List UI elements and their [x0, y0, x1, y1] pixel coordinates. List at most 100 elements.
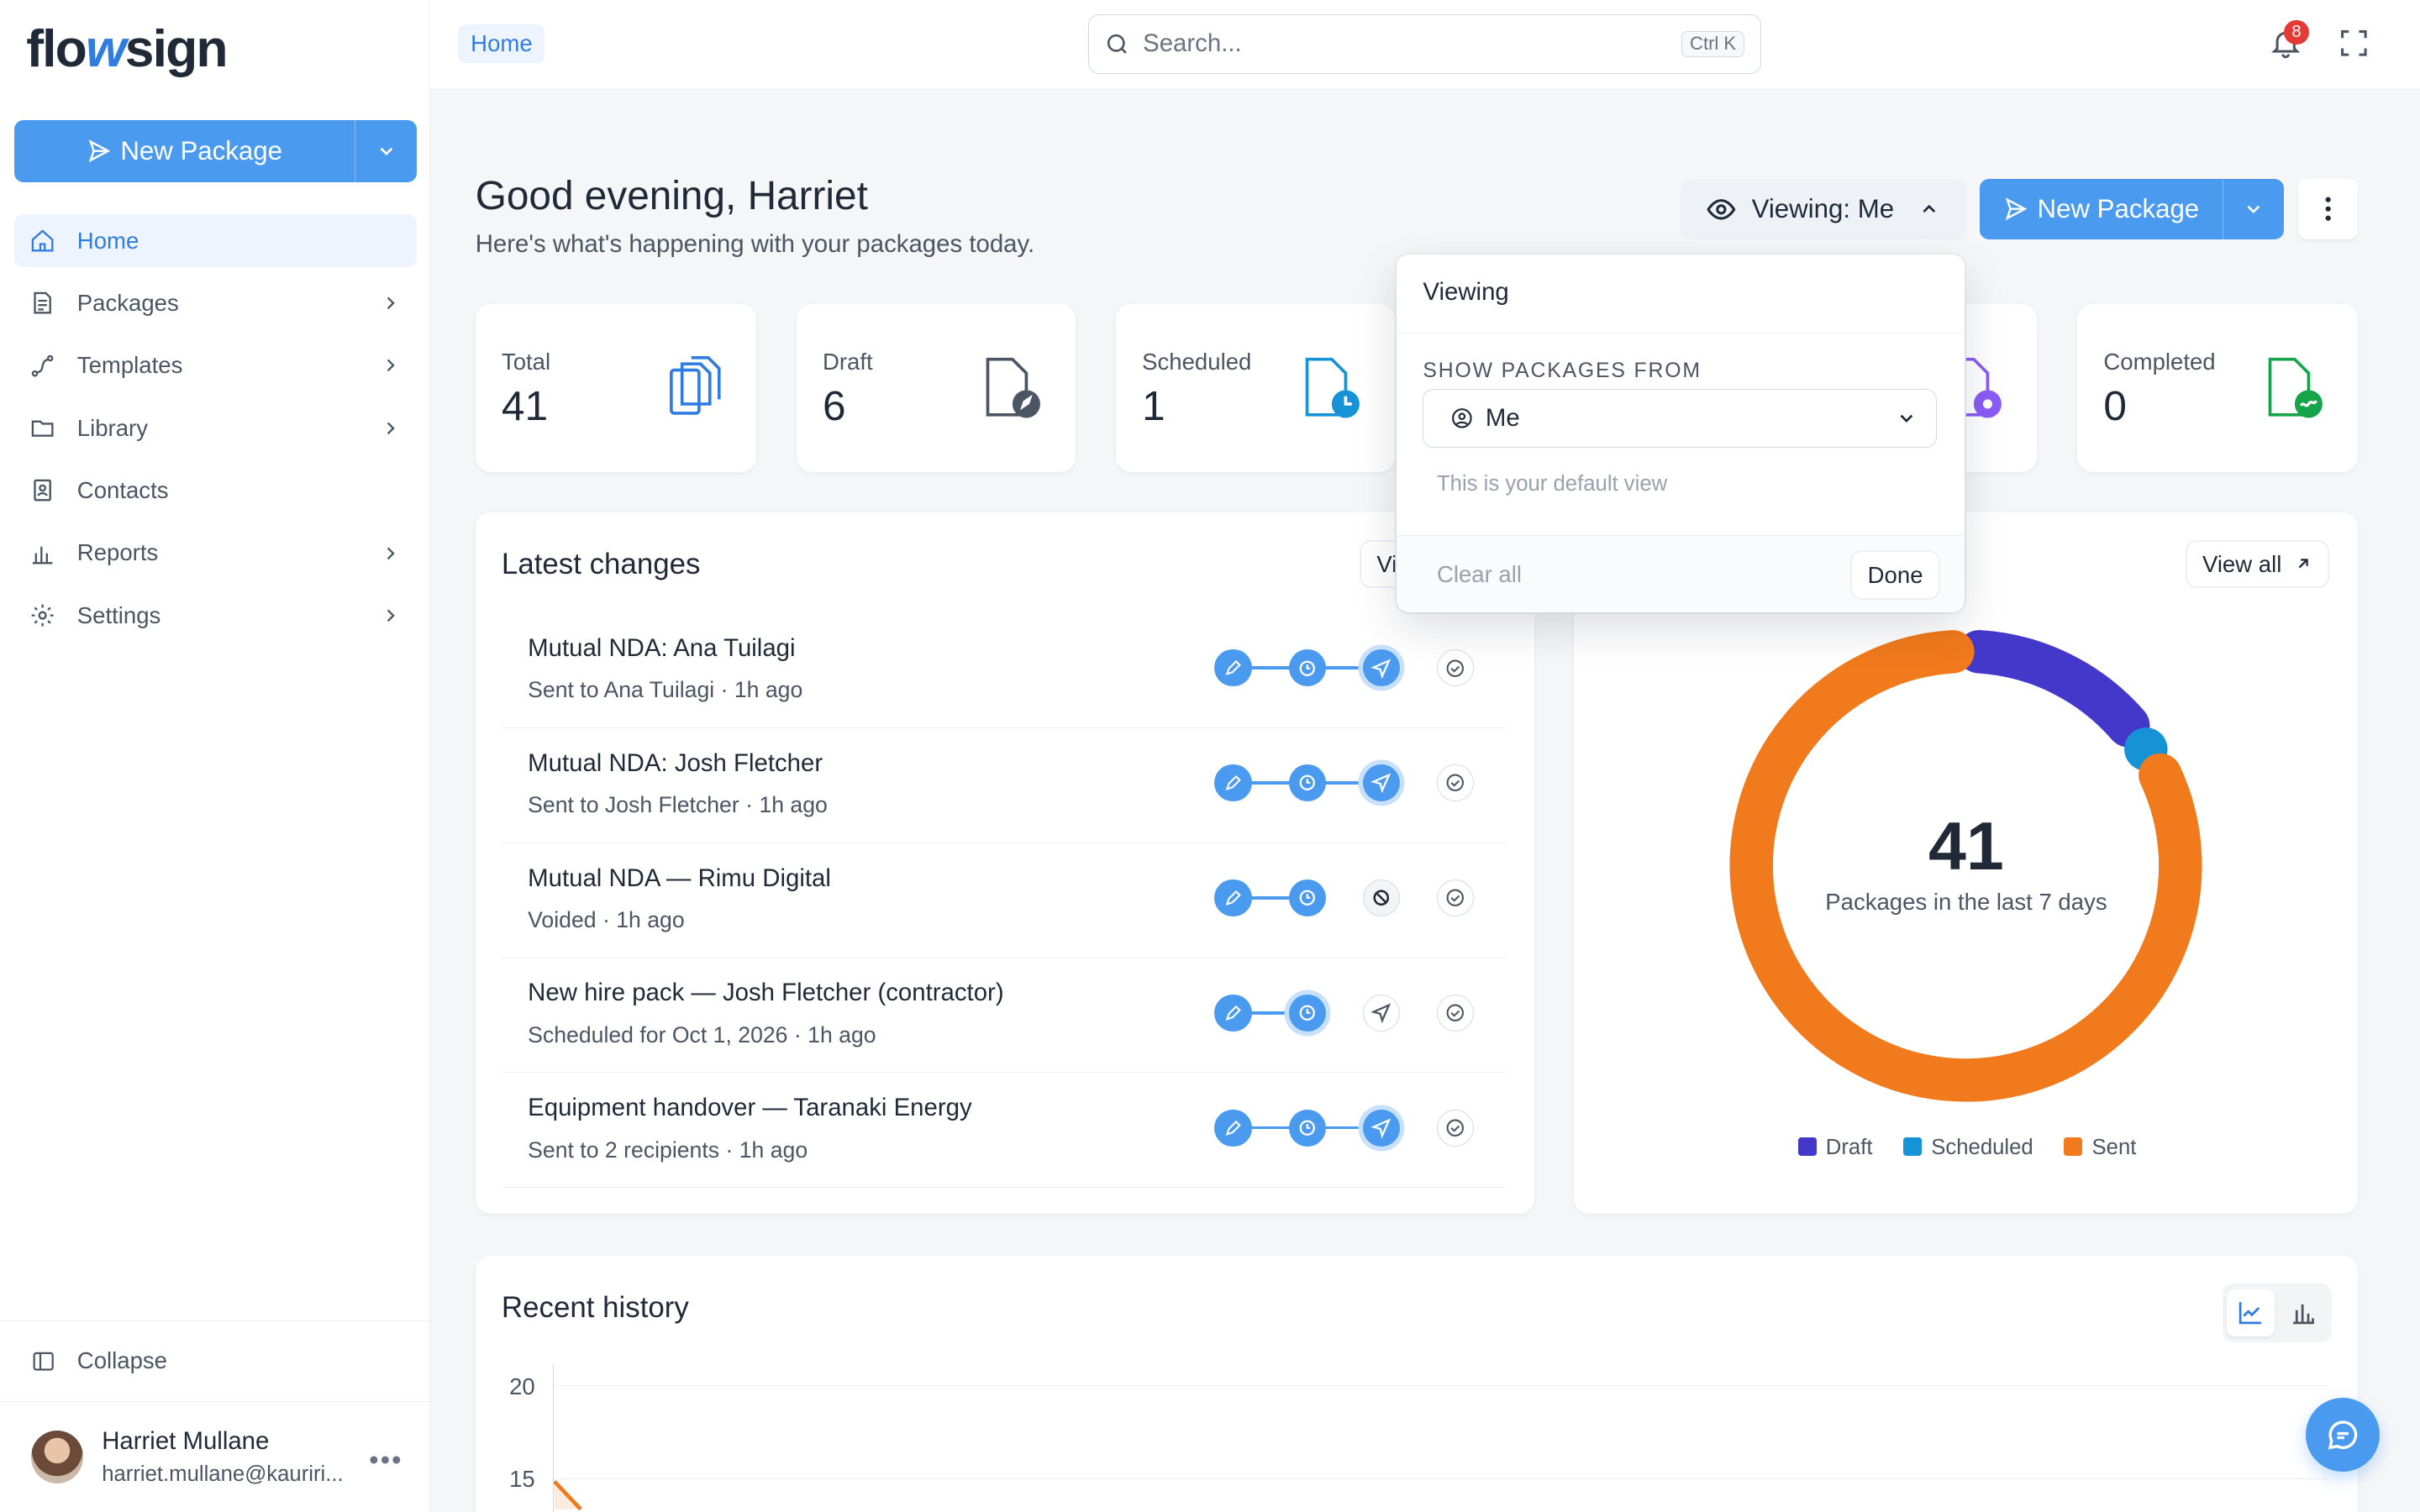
sidebar-item-settings[interactable]: Settings [14, 590, 417, 642]
step-sent [1362, 1109, 1400, 1147]
stat-card-total[interactable]: Total 41 [475, 303, 756, 473]
search-icon [1107, 34, 1128, 54]
avatar [30, 1431, 84, 1483]
recent-history-panel: Recent history 20 15 [475, 1256, 2359, 1512]
new-package-dropdown-toggle[interactable] [355, 120, 416, 182]
item-subtitle: Sent to Josh Fletcher · 1h ago [528, 792, 828, 818]
header-new-package-button: New Package [1980, 179, 2285, 239]
step-scheduled [1288, 764, 1326, 802]
bar-chart-icon [32, 546, 53, 564]
clock-icon [1299, 890, 1315, 906]
sidebar-nav: Home Packages Templates Library Contacts Repo… [13, 214, 417, 652]
check-circle-icon [1446, 1004, 1465, 1021]
viewing-popover: Viewing SHOW PACKAGES FROM Me This is yo… [1397, 255, 1965, 613]
check-circle-icon [1446, 659, 1465, 677]
step-sent [1362, 879, 1400, 916]
route-icon [31, 354, 54, 377]
donut-slice-draft[interactable] [1957, 629, 2150, 748]
stat-card-completed[interactable]: Completed 0 [2077, 303, 2359, 473]
send-icon [1370, 1118, 1392, 1139]
new-package-main[interactable]: New Package [14, 136, 355, 166]
latest-changes-panel: Latest changes View all Mutual NDA: Ana … [475, 512, 1534, 1215]
pencil-icon [1225, 775, 1241, 791]
search-input[interactable] [1143, 29, 1670, 59]
folder-icon [31, 420, 54, 437]
packages-from-select[interactable]: Me [1423, 388, 1938, 448]
item-title: Mutual NDA: Josh Fletcher [528, 748, 823, 777]
breadcrumb[interactable]: Home [458, 24, 545, 64]
user-profile[interactable]: Harriet Mullane harriet.mullane@kauriri.… [0, 1400, 431, 1512]
flowsign-logo[interactable]: flowsign [26, 18, 228, 80]
sidebar-item-library[interactable]: Library [14, 402, 417, 454]
sidebar-item-templates[interactable]: Templates [14, 339, 417, 391]
line-chart-toggle[interactable] [2227, 1289, 2275, 1337]
sidebar-item-contacts[interactable]: Contacts [14, 465, 417, 517]
viewing-filter-button[interactable]: Viewing: Me [1681, 179, 1966, 239]
sidebar-item-reports[interactable]: Reports [14, 527, 417, 579]
bar-chart-toggle[interactable] [2280, 1289, 2328, 1337]
donut-legend: Draft Scheduled Sent [1797, 1136, 2136, 1160]
chevron-up-icon [1923, 204, 1936, 213]
document-icon [34, 292, 51, 314]
line-chart-icon [2239, 1302, 2262, 1325]
status-steps [1214, 991, 1483, 1034]
list-item[interactable]: Mutual NDA — Rimu Digital Voided · 1h ago [501, 844, 1507, 958]
list-item[interactable]: Mutual NDA: Josh Fletcher Sent to Josh Fl… [501, 729, 1507, 843]
check-circle-icon [1446, 889, 1465, 907]
chevron-down-icon [380, 147, 393, 156]
more-options-button[interactable] [2297, 179, 2359, 239]
chevron-right-icon [387, 297, 395, 310]
chevron-down-icon [2247, 205, 2260, 213]
popover-hint: This is your default view [1436, 472, 1668, 496]
draft-document-icon [986, 358, 1040, 418]
step-completed [1436, 764, 1475, 802]
header-new-package-main[interactable]: New Package [1980, 194, 2222, 224]
sidebar-item-label: Packages [76, 289, 179, 316]
list-item[interactable]: New hire pack — Josh Fletcher (contracto… [501, 959, 1507, 1074]
list-item[interactable]: Mutual NDA: Ana Tuilagi Sent to Ana Tuila… [501, 614, 1507, 728]
search-box[interactable]: Ctrl K [1087, 13, 1761, 75]
item-title: Equipment handover — Taranaki Energy [528, 1094, 972, 1122]
packages-donut-panel: View all 41 Packages in the last 7 days … [1574, 512, 2359, 1215]
step-sent [1362, 649, 1400, 687]
sidebar-item-label: Home [76, 227, 139, 254]
status-steps [1214, 876, 1483, 919]
item-subtitle: Scheduled for Oct 1, 2026 · 1h ago [528, 1021, 876, 1047]
status-steps [1214, 761, 1483, 804]
fullscreen-icon[interactable] [2338, 28, 2370, 59]
collapse-button[interactable]: Collapse [0, 1320, 431, 1401]
sidebar-panel-icon [33, 1352, 54, 1371]
check-circle-icon [1446, 774, 1465, 792]
user-menu-icon[interactable]: ••• [369, 1445, 402, 1477]
pencil-icon [1225, 1120, 1241, 1136]
chat-button[interactable] [2306, 1398, 2381, 1473]
sidebar: flowsign New Package Home Packages Templat… [0, 0, 431, 1512]
sidebar-item-home[interactable]: Home [13, 214, 417, 267]
eye-icon [1706, 198, 1735, 220]
chart-type-toggle [2222, 1284, 2333, 1342]
clear-all-button[interactable]: Clear all [1437, 561, 1522, 588]
header-new-package-dropdown[interactable] [2222, 179, 2284, 239]
sidebar-item-packages[interactable]: Packages [14, 277, 417, 329]
step-draft [1214, 994, 1252, 1032]
y-tick-20: 20 [509, 1373, 535, 1399]
stat-card-draft[interactable]: Draft 6 [796, 303, 1076, 473]
history-line-start [552, 1479, 582, 1510]
popover-footer: Clear all Done [1397, 535, 1965, 613]
page-title: Good evening, Harriet [475, 173, 868, 218]
legend-item-sent: Sent [2064, 1136, 2136, 1160]
notification-badge: 8 [2284, 19, 2309, 45]
list-item[interactable]: Equipment handover — Taranaki Energy Sent… [501, 1074, 1507, 1189]
step-draft [1214, 879, 1252, 916]
void-icon [1373, 890, 1390, 906]
contact-book-icon [34, 480, 51, 501]
pencil-icon [1225, 890, 1241, 906]
step-scheduled [1288, 1109, 1326, 1147]
item-title: Mutual NDA: Ana Tuilagi [528, 633, 796, 662]
clock-icon [1299, 1005, 1315, 1021]
stat-card-scheduled[interactable]: Scheduled 1 [1115, 303, 1396, 473]
done-button[interactable]: Done [1852, 551, 1939, 598]
status-steps [1214, 647, 1483, 690]
status-steps [1214, 1106, 1483, 1149]
sidebar-item-label: Templates [76, 352, 183, 379]
